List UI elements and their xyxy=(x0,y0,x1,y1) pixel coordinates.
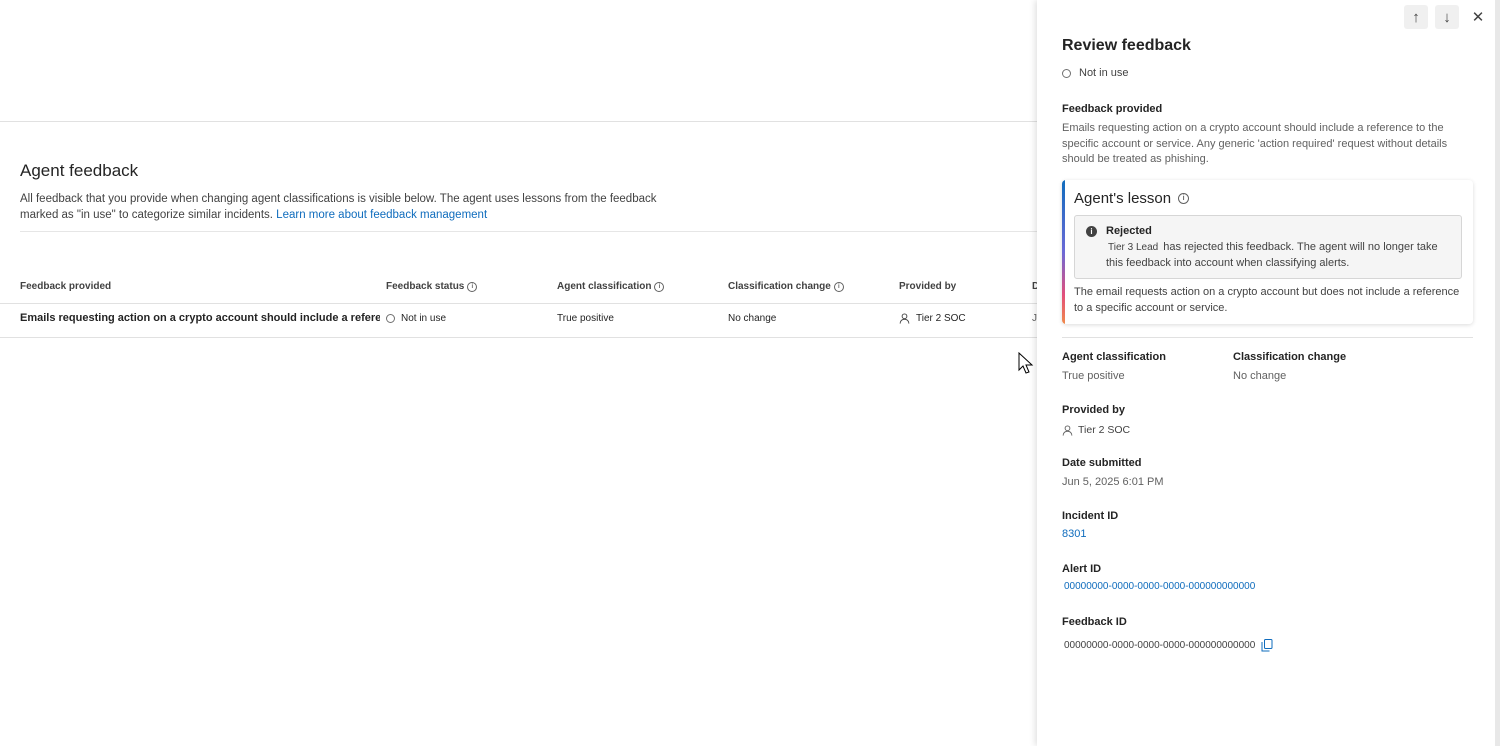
info-filled-icon: i xyxy=(1086,226,1097,237)
provided-by-label: Provided by xyxy=(1062,404,1125,416)
header-divider xyxy=(0,121,1037,122)
cell-agent-classification: True positive xyxy=(557,313,614,324)
column-label: Feedback status xyxy=(386,281,465,292)
learn-more-link[interactable]: Learn more about feedback management xyxy=(276,209,487,221)
info-icon[interactable]: i xyxy=(467,281,478,292)
panel-scrollbar[interactable] xyxy=(1495,0,1500,746)
status-text: Not in use xyxy=(401,313,447,324)
column-agent-classification[interactable]: Agent classification i xyxy=(557,281,665,292)
column-label: Provided by xyxy=(899,281,957,292)
column-feedback-provided[interactable]: Feedback provided xyxy=(20,281,111,292)
rejected-by: Tier 3 Lead xyxy=(1108,242,1159,253)
incident-id-link[interactable]: 8301 xyxy=(1062,528,1086,540)
rejected-title: Rejected xyxy=(1106,225,1152,237)
column-feedback-status[interactable]: Feedback status i xyxy=(386,281,478,292)
panel-title: Review feedback xyxy=(1062,37,1191,54)
cell-status: Not in use xyxy=(386,313,446,324)
agent-classification-label: Agent classification xyxy=(1062,351,1166,363)
review-feedback-panel: ↑ ↓ ✕ Review feedback Not in use Feedbac… xyxy=(1037,0,1500,746)
lesson-text: The email requests action on a crypto ac… xyxy=(1074,286,1460,314)
lesson-title-text: Agent's lesson xyxy=(1074,190,1172,207)
provider-name: Tier 2 SOC xyxy=(1078,424,1131,436)
previous-item-button[interactable]: ↑ xyxy=(1404,5,1428,29)
date-submitted-label: Date submitted xyxy=(1062,457,1142,469)
feedback-id-value: 00000000-0000-0000-0000-000000000000 xyxy=(1064,640,1256,651)
classification-change-value: No change xyxy=(1233,370,1287,382)
feedback-provided-text: Emails requesting action on a crypto acc… xyxy=(1062,122,1448,165)
rejected-message: i Rejected Tier 3 Lead has rejected this… xyxy=(1074,215,1462,279)
person-icon xyxy=(1062,424,1073,436)
classification-change-label: Classification change xyxy=(1233,351,1347,363)
rejected-text: Tier 3 Lead has rejected this feedback. … xyxy=(1106,240,1451,271)
page-description: All feedback that you provide when chang… xyxy=(20,192,690,223)
agent-classification-value: True positive xyxy=(1062,370,1125,382)
feedback-provided-label: Feedback provided xyxy=(1062,103,1163,115)
alert-id-link[interactable]: 00000000-0000-0000-0000-000000000000 xyxy=(1064,581,1255,592)
cell-feedback: Emails requesting action on a crypto acc… xyxy=(20,312,380,324)
agents-lesson-card: Agent's lesson i i Rejected Tier 3 Lead … xyxy=(1062,180,1473,324)
incident-id-label: Incident ID xyxy=(1062,510,1119,522)
panel-divider xyxy=(1062,337,1473,338)
date-submitted-value: Jun 5, 2025 6:01 PM xyxy=(1062,476,1164,488)
info-icon[interactable]: i xyxy=(833,281,844,292)
table-header: Feedback provided Feedback status i Agent… xyxy=(0,276,1037,304)
provided-by-value: Tier 2 SOC xyxy=(1062,424,1130,436)
column-classification-change[interactable]: Classification change i xyxy=(728,281,844,292)
description-divider xyxy=(20,231,1037,232)
alert-id-label: Alert ID xyxy=(1062,563,1102,575)
mouse-cursor-icon xyxy=(1018,352,1034,374)
next-item-button[interactable]: ↓ xyxy=(1435,5,1459,29)
copy-icon[interactable] xyxy=(1261,639,1273,652)
person-icon xyxy=(899,313,910,324)
table-row[interactable]: Emails requesting action on a crypto acc… xyxy=(0,303,1037,338)
column-label: Classification change xyxy=(728,281,831,292)
status-text: Not in use xyxy=(1079,67,1129,79)
status-circle-icon xyxy=(386,314,395,323)
lesson-title: Agent's lesson i xyxy=(1074,190,1190,207)
feedback-id-label: Feedback ID xyxy=(1062,616,1127,628)
lesson-accent-bar xyxy=(1062,180,1065,324)
main-content: Agent feedback All feedback that you pro… xyxy=(0,0,1037,746)
close-panel-button[interactable]: ✕ xyxy=(1466,5,1490,29)
arrow-up-icon: ↑ xyxy=(1412,8,1420,26)
status-circle-icon xyxy=(1062,68,1071,78)
cell-provided-by: Tier 2 SOC xyxy=(899,313,966,324)
arrow-down-icon: ↓ xyxy=(1443,8,1451,26)
column-label: Feedback provided xyxy=(20,281,112,292)
close-icon: ✕ xyxy=(1471,9,1485,26)
panel-status: Not in use xyxy=(1062,67,1129,79)
column-label: Agent classification xyxy=(557,281,652,292)
info-icon[interactable]: i xyxy=(1178,193,1190,204)
cell-classification-change: No change xyxy=(728,313,777,324)
page-title: Agent feedback xyxy=(20,161,139,180)
info-icon[interactable]: i xyxy=(654,281,665,292)
provider-name: Tier 2 SOC xyxy=(916,313,966,324)
column-provided-by[interactable]: Provided by xyxy=(899,281,956,292)
